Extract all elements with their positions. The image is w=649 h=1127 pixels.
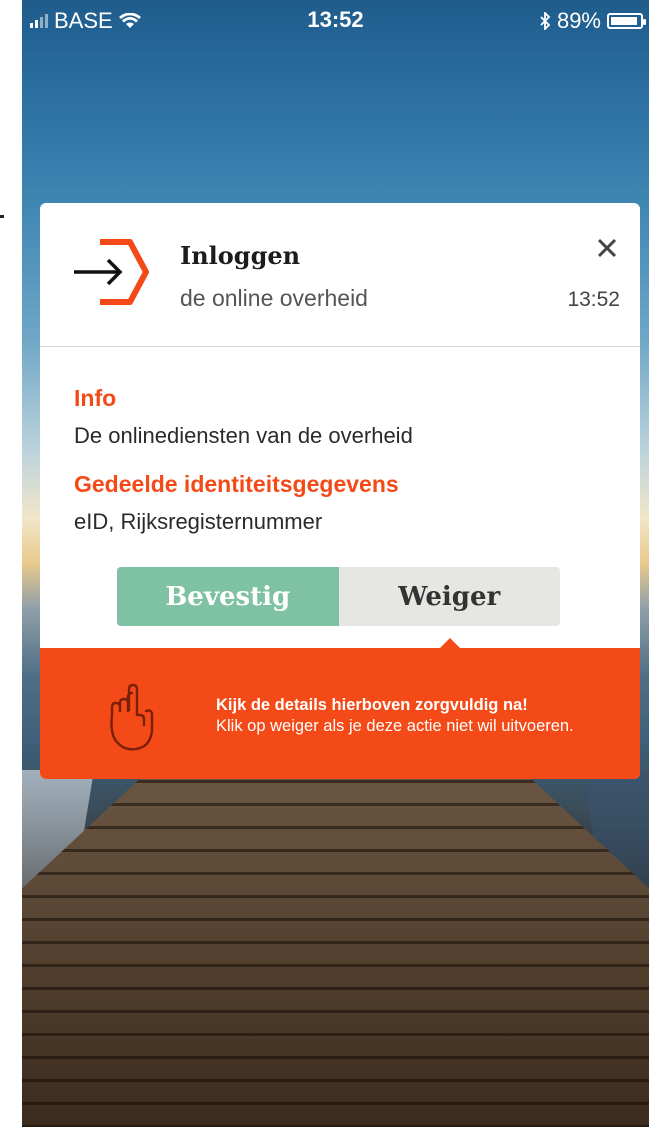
background-dock — [22, 760, 649, 1127]
shared-data-text: eID, Rijksregisternummer — [74, 509, 323, 534]
notification-title: Inloggen — [180, 241, 301, 270]
app-logo-icon — [74, 239, 149, 305]
bluetooth-icon — [540, 12, 551, 30]
status-bar: BASE 13:52 89% — [22, 0, 649, 40]
login-card: Inloggen de online overheid 13:52 Info D… — [40, 203, 640, 779]
deny-button[interactable]: Weiger — [338, 567, 560, 626]
phone-screen: BASE 13:52 89% Inloggen de online overhe… — [22, 0, 649, 1127]
action-buttons: Bevestig Weiger — [117, 567, 560, 626]
hand-icon — [110, 683, 154, 751]
warning-pointer — [440, 638, 460, 648]
warning-banner: Kijk de details hierboven zorgvuldig na!… — [40, 638, 640, 779]
status-right: 89% — [539, 8, 646, 34]
info-label: Info — [74, 385, 117, 411]
shared-data-label: Gedeelde identiteitsgegevens — [74, 471, 399, 497]
close-icon[interactable] — [592, 233, 622, 263]
info-text: De onlinediensten van de overheid — [74, 423, 413, 448]
card-header: Inloggen de online overheid 13:52 — [40, 203, 640, 347]
notification-time: 13:52 — [567, 288, 620, 311]
battery-icon — [607, 13, 646, 29]
warning-text: Klik op weiger als je deze actie niet wi… — [216, 717, 574, 735]
confirm-button[interactable]: Bevestig — [117, 567, 339, 626]
battery-percent: 89% — [556, 8, 601, 33]
warning-title: Kijk de details hierboven zorgvuldig na! — [216, 696, 528, 714]
page-edge-marker — [0, 205, 4, 225]
notification-subtitle: de online overheid — [180, 285, 368, 311]
